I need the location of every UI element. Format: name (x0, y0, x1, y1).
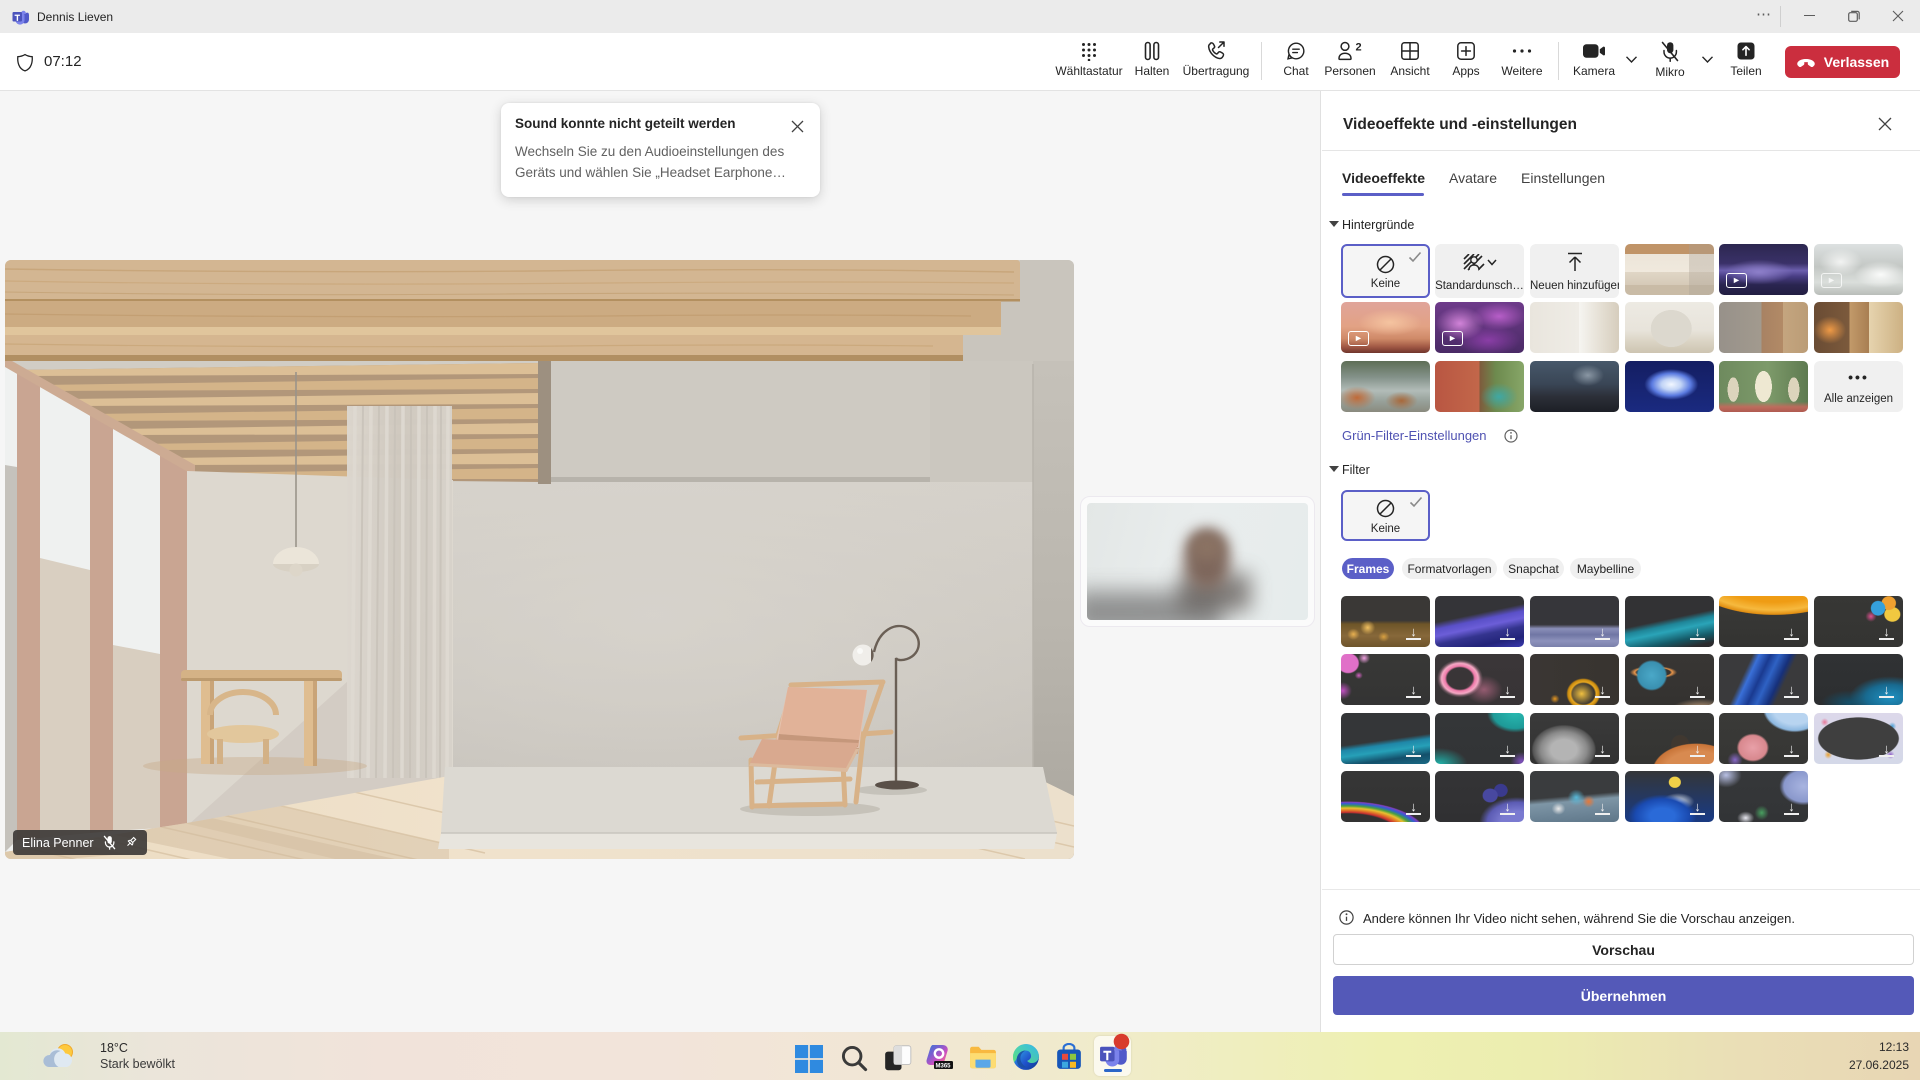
svg-text:M365: M365 (936, 1063, 952, 1069)
svg-text:2: 2 (1356, 42, 1362, 54)
